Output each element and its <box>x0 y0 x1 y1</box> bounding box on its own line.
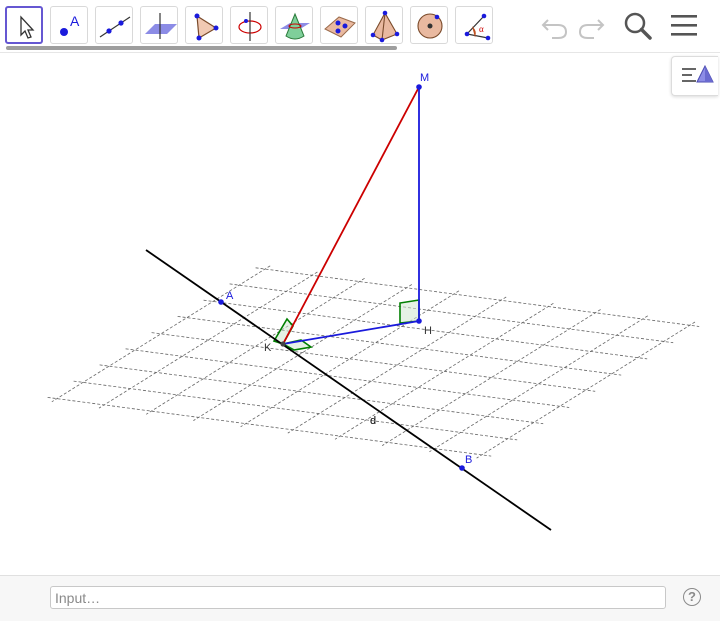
line-tool-button[interactable] <box>95 6 133 44</box>
intersect-surfaces-tool-button[interactable] <box>275 6 313 44</box>
angle-tool-button[interactable]: α <box>455 6 493 44</box>
point-h[interactable] <box>416 318 422 324</box>
grid-line <box>47 397 492 457</box>
point-b-label: B <box>465 454 472 466</box>
grid-line <box>229 283 674 344</box>
point-tool-label: A <box>70 13 80 29</box>
plane-through-points-tool-button[interactable] <box>320 6 358 44</box>
grid-line <box>99 364 544 425</box>
toolbar: A α <box>0 0 720 52</box>
circle-around-axis-icon <box>238 12 262 41</box>
move-tool-button[interactable] <box>5 6 43 44</box>
segment-kh[interactable] <box>282 320 420 345</box>
right-angle-marker-h <box>399 299 420 324</box>
perpendicular-plane-icon <box>145 13 177 39</box>
pyramid-icon <box>370 10 400 43</box>
point-a[interactable] <box>218 299 224 305</box>
angle-tool-label: α <box>479 24 484 34</box>
arrow-cursor-icon <box>20 15 35 39</box>
polygon-tool-button[interactable] <box>185 6 223 44</box>
line-icon <box>99 16 131 38</box>
point-k[interactable] <box>280 341 286 347</box>
segment-mk[interactable] <box>282 86 420 345</box>
grid-line <box>51 265 271 403</box>
sphere-tool-button[interactable] <box>410 6 448 44</box>
undo-button[interactable] <box>538 10 570 42</box>
perpendicular-plane-tool-button[interactable] <box>140 6 178 44</box>
triangle-icon <box>194 13 219 41</box>
line-d[interactable] <box>145 249 552 531</box>
main-menu-button[interactable] <box>668 10 700 42</box>
algebra-input-field[interactable] <box>50 586 666 609</box>
point-icon: A <box>60 13 80 36</box>
angle-icon: α <box>464 13 491 41</box>
grid-line <box>73 380 518 441</box>
undo-icon <box>541 19 568 39</box>
point-a-label: A <box>226 290 234 302</box>
redo-icon <box>578 19 605 39</box>
point-tool-button[interactable]: A <box>50 6 88 44</box>
plane-points-icon <box>324 16 356 38</box>
grid-line <box>145 277 365 415</box>
circle-axis-tool-button[interactable] <box>230 6 268 44</box>
sphere-icon <box>417 13 443 39</box>
input-bar: ? <box>0 575 720 621</box>
pyramid-tool-button[interactable] <box>365 6 403 44</box>
graphics-view-3d[interactable]: A B K H M d <box>0 53 720 575</box>
point-m[interactable] <box>416 84 422 90</box>
cone-intersection-icon <box>280 12 310 40</box>
point-b[interactable] <box>459 465 465 471</box>
search-button[interactable] <box>622 10 654 42</box>
line-d-label: d <box>370 415 376 427</box>
grid-line <box>240 290 460 428</box>
point-h-label: H <box>424 325 432 337</box>
xy-plane-grid <box>47 265 700 459</box>
grid-line <box>151 332 596 392</box>
point-m-label: M <box>420 72 429 84</box>
grid-line <box>125 348 570 408</box>
redo-button[interactable] <box>576 10 608 42</box>
search-icon <box>624 12 652 40</box>
help-button[interactable]: ? <box>683 588 701 606</box>
point-k-label: K <box>264 342 272 354</box>
hamburger-menu-icon <box>671 15 697 36</box>
grid-line <box>255 267 700 327</box>
toolbar-scrollbar[interactable] <box>6 46 397 50</box>
